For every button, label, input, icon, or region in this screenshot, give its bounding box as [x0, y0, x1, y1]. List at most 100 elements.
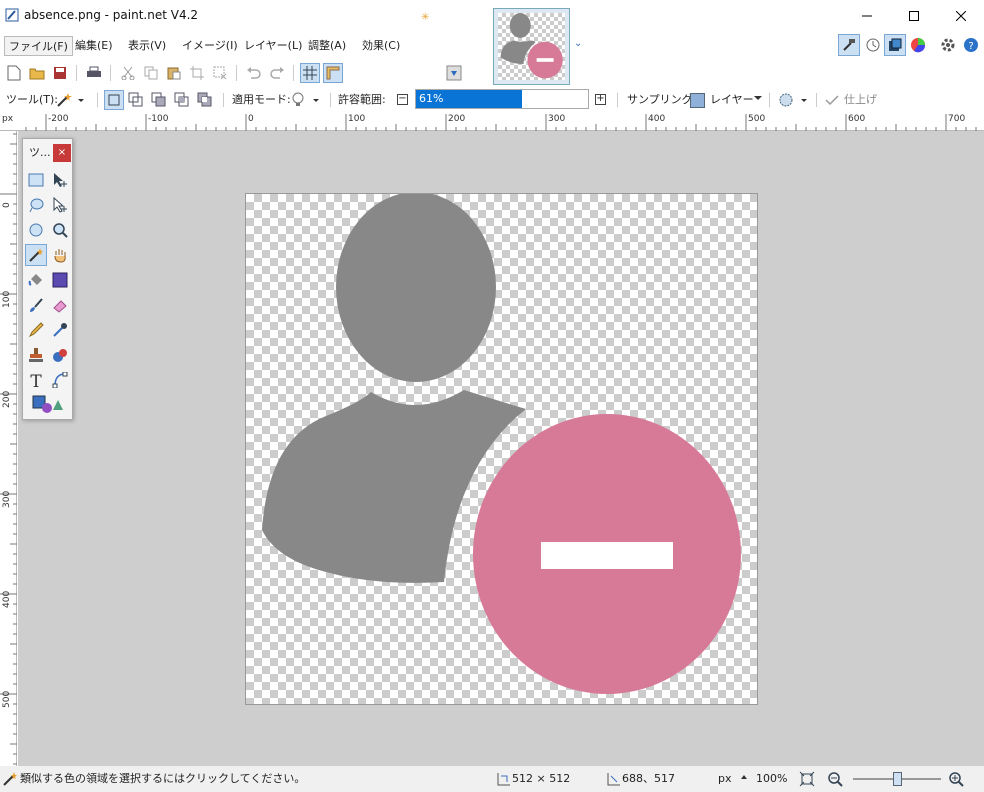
- menu-effects[interactable]: 効果(C): [358, 36, 404, 56]
- ruler-label: -200: [48, 114, 69, 124]
- magic-wand-tool[interactable]: [25, 244, 47, 266]
- ruler-label: -100: [148, 114, 169, 124]
- line-curve-tool[interactable]: [49, 369, 71, 391]
- rectangle-select-tool[interactable]: [25, 169, 47, 191]
- eraser-tool[interactable]: [49, 294, 71, 316]
- eyedropper-icon: [53, 323, 67, 337]
- menu-view[interactable]: 表示(V): [124, 36, 170, 56]
- menu-edit[interactable]: 編集(E): [71, 36, 117, 56]
- layers-toggle-button[interactable]: [884, 34, 906, 56]
- flood-mode-selector[interactable]: [291, 92, 323, 111]
- ruler-label: 400: [2, 590, 12, 608]
- zoom-out-icon[interactable]: [827, 771, 843, 787]
- selection-mode-union[interactable]: [127, 91, 145, 112]
- new-button[interactable]: [4, 63, 24, 83]
- paintbrush-tool[interactable]: [25, 294, 47, 316]
- units-selector[interactable]: px: [718, 766, 732, 792]
- move-selected-tool[interactable]: [49, 169, 71, 191]
- sampling-value[interactable]: レイヤー: [710, 86, 754, 114]
- zoom-slider-thumb[interactable]: [893, 772, 902, 786]
- save-button[interactable]: [50, 63, 70, 83]
- scissors-icon: [121, 66, 135, 80]
- text-tool[interactable]: T: [25, 369, 47, 391]
- selection-mode-replace[interactable]: [104, 90, 124, 110]
- selection-mode-intersect[interactable]: [173, 91, 191, 112]
- tools-toggle-button[interactable]: [838, 34, 860, 56]
- tolerance-decrease-button[interactable]: −: [397, 94, 408, 105]
- rulers-toggle[interactable]: [323, 63, 343, 83]
- paste-button[interactable]: [164, 63, 184, 83]
- history-toggle-button[interactable]: [862, 34, 884, 56]
- antialiasing-selector[interactable]: [777, 92, 811, 111]
- menu-file[interactable]: ファイル(F): [4, 36, 73, 56]
- cut-button[interactable]: [118, 63, 138, 83]
- zoom-value[interactable]: 100%: [756, 766, 787, 792]
- close-window-button[interactable]: [938, 0, 984, 32]
- menu-bar: ファイル(F) 編集(E) 表示(V) イメージ(I) レイヤー(L) 調整(A…: [0, 34, 980, 58]
- eraser-icon: [53, 300, 67, 313]
- grid-icon: [303, 66, 317, 80]
- menu-adjustments[interactable]: 調整(A): [304, 36, 350, 56]
- tolerance-increase-button[interactable]: +: [595, 94, 606, 105]
- svg-text:T: T: [30, 372, 42, 388]
- selection-replace-icon: [108, 94, 120, 106]
- ruler-label: 500: [748, 114, 766, 124]
- vertical-ruler: 0 100 200 300 400 500: [0, 131, 17, 766]
- blend-mode-label: 適用モード:: [232, 93, 291, 106]
- deselect-button[interactable]: [210, 63, 230, 83]
- pan-tool[interactable]: [49, 244, 71, 266]
- recolor-icon: [53, 349, 67, 362]
- chevron-down-icon[interactable]: [754, 96, 762, 100]
- ruler-label: 100: [2, 290, 12, 308]
- ellipse-select-tool[interactable]: [25, 219, 47, 241]
- canvas-options-button[interactable]: [444, 63, 464, 83]
- undo-button[interactable]: [244, 63, 264, 83]
- tools-window-close-button[interactable]: ×: [53, 144, 71, 162]
- menu-layers[interactable]: レイヤー(L): [240, 36, 306, 56]
- chevron-up-icon[interactable]: [741, 775, 747, 779]
- maximize-icon: [909, 11, 919, 21]
- horizontal-ruler: px -200 -100 0 100 200 300 400 500 600 700: [0, 114, 984, 131]
- shapes-tool[interactable]: [29, 393, 67, 415]
- menu-image[interactable]: イメージ(I): [178, 36, 242, 56]
- ruler-label: 0: [2, 202, 12, 208]
- selection-mode-exclude[interactable]: [150, 91, 168, 112]
- selection-mode-xor[interactable]: [196, 91, 214, 112]
- zoom-tool[interactable]: [49, 219, 71, 241]
- redo-button[interactable]: [267, 63, 287, 83]
- maximize-button[interactable]: [891, 0, 937, 32]
- zoom-in-icon[interactable]: [948, 771, 964, 787]
- pencil-tool[interactable]: [25, 319, 47, 341]
- open-button[interactable]: [27, 63, 47, 83]
- ruler-icon: [326, 66, 340, 80]
- tolerance-slider[interactable]: 61%: [415, 89, 589, 109]
- minimize-button[interactable]: [844, 0, 890, 32]
- print-button[interactable]: [84, 63, 104, 83]
- crop-button[interactable]: [187, 63, 207, 83]
- copy-button[interactable]: [141, 63, 161, 83]
- pixel-grid-toggle[interactable]: [300, 63, 320, 83]
- ruler-ticks: [0, 133, 17, 765]
- crop-icon: [190, 66, 204, 80]
- color-picker-tool[interactable]: [49, 319, 71, 341]
- gradient-tool[interactable]: [49, 269, 71, 291]
- zoom-to-window-icon[interactable]: [799, 771, 815, 787]
- recolor-tool[interactable]: [49, 344, 71, 366]
- lasso-select-tool[interactable]: [25, 194, 47, 216]
- finish-button[interactable]: 仕上げ: [844, 86, 877, 114]
- clone-stamp-tool[interactable]: [25, 344, 47, 366]
- chevron-down-icon[interactable]: ⌄: [574, 38, 582, 49]
- colors-toggle-button[interactable]: [907, 34, 929, 56]
- help-button[interactable]: ?: [960, 34, 982, 56]
- paint-bucket-tool[interactable]: [25, 269, 47, 291]
- tool-selector[interactable]: [56, 92, 86, 111]
- ruler-label: 300: [2, 490, 12, 508]
- move-selection-tool[interactable]: [49, 194, 71, 216]
- shapes-icon: [32, 395, 63, 413]
- settings-button[interactable]: [937, 34, 959, 56]
- layers-icon: [889, 38, 902, 51]
- zoom-icon: [53, 223, 68, 238]
- undo-icon: [247, 67, 261, 79]
- ruler-unit: px: [2, 114, 14, 124]
- image-canvas[interactable]: [245, 192, 758, 705]
